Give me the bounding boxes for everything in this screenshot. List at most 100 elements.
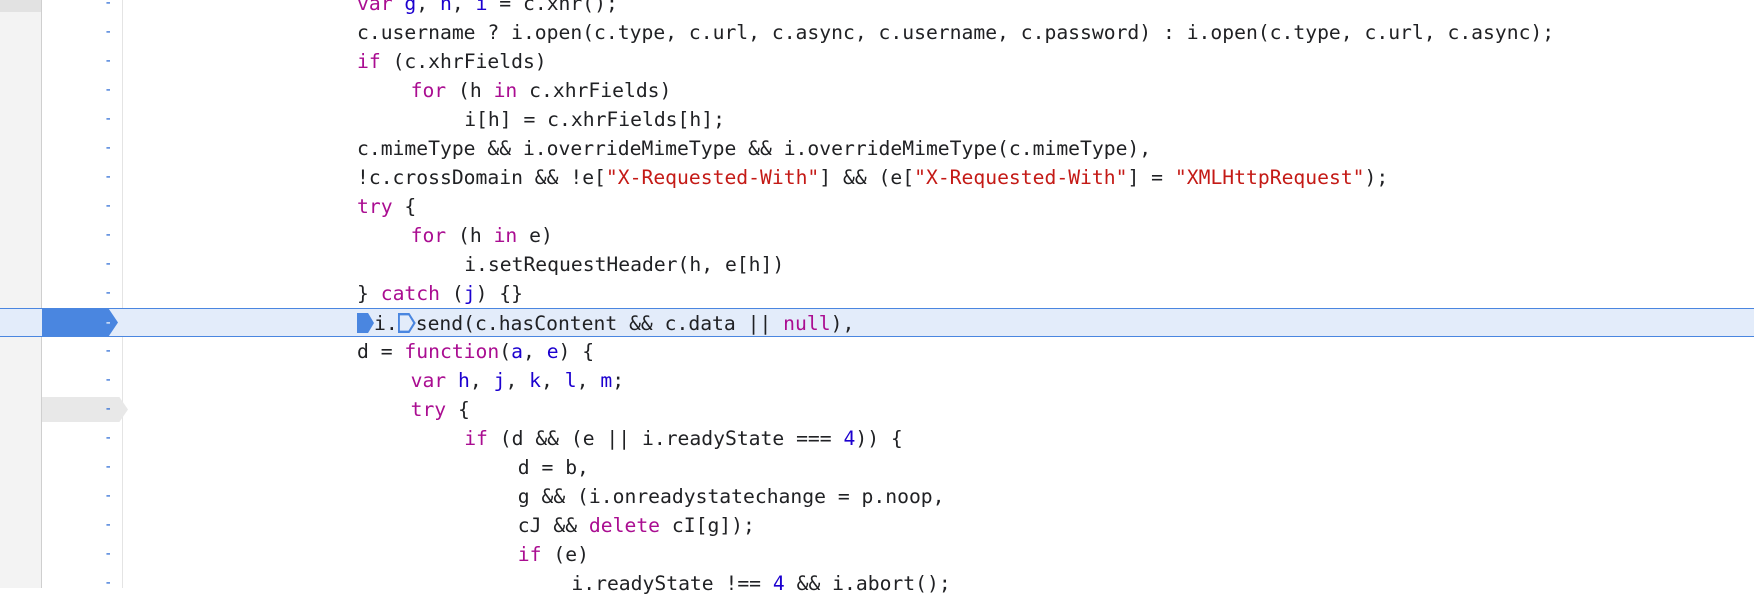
- code-line[interactable]: - for (h in e): [0, 221, 1754, 250]
- code-token: {: [446, 398, 470, 421]
- code-token: {: [392, 195, 417, 218]
- code-line[interactable]: - d = b,: [0, 453, 1754, 482]
- code-token: for: [410, 79, 447, 102]
- code-line[interactable]: - try {: [0, 192, 1754, 221]
- code-token: h: [440, 0, 452, 15]
- code-text: for (h in c.xhrFields): [411, 76, 672, 105]
- code-token: c.username ? i.open(c.type, c.url, c.asy…: [357, 21, 1555, 44]
- line-gutter-dash[interactable]: -: [104, 192, 112, 221]
- code-token: (d && (e || i.readyState ===: [487, 427, 844, 450]
- line-gutter-dash[interactable]: -: [104, 366, 112, 395]
- code-text: try {: [411, 395, 470, 424]
- code-line[interactable]: - c.username ? i.open(c.type, c.url, c.as…: [0, 18, 1754, 47]
- code-token: );: [1364, 166, 1389, 189]
- code-line[interactable]: - if (d && (e || i.readyState === 4)) {: [0, 424, 1754, 453]
- code-text: c.mimeType && i.overrideMimeType && i.ov…: [357, 134, 1151, 163]
- code-text: i[h] = c.xhrFields[h];: [464, 105, 725, 134]
- line-gutter-dash[interactable]: -: [104, 511, 112, 540]
- code-token: ,: [541, 369, 565, 392]
- code-text: for (h in e): [411, 221, 553, 250]
- code-line[interactable]: - i.readyState !== 4 && i.abort();: [0, 569, 1754, 598]
- code-token: 4: [843, 427, 856, 450]
- code-line[interactable]: - cJ && delete cI[g]);: [0, 511, 1754, 540]
- code-line[interactable]: - c.mimeType && i.overrideMimeType && i.o…: [0, 134, 1754, 163]
- code-line[interactable]: - if (e): [0, 540, 1754, 569]
- code-text: var h, j, k, l, m;: [411, 366, 624, 395]
- code-line[interactable]: - } catch (j) {}: [0, 279, 1754, 308]
- code-token: ,: [522, 340, 547, 363]
- code-token: (: [499, 340, 512, 363]
- line-gutter-dash[interactable]: -: [104, 279, 112, 308]
- line-gutter-dash[interactable]: -: [104, 134, 112, 163]
- code-token: c.xhrFields): [517, 79, 672, 102]
- code-text: i. send(c.hasContent && c.data || null),: [357, 309, 854, 338]
- code-token: (e): [541, 543, 589, 566]
- execution-pointer-icon[interactable]: [357, 313, 374, 333]
- code-text: d = b,: [518, 453, 589, 482]
- code-text: i.readyState !== 4 && i.abort();: [571, 569, 950, 598]
- line-gutter-dash[interactable]: -: [104, 221, 112, 250]
- code-token: in: [493, 79, 518, 102]
- code-token: var: [357, 0, 393, 15]
- code-text: c.username ? i.open(c.type, c.url, c.asy…: [357, 18, 1554, 47]
- line-gutter-dash[interactable]: -: [104, 0, 112, 18]
- code-token: 4: [772, 572, 785, 595]
- code-token: j: [493, 369, 506, 392]
- line-gutter-dash[interactable]: -: [104, 76, 112, 105]
- code-line[interactable]: - for (h in c.xhrFields): [0, 76, 1754, 105]
- code-text: var g, h, i = c.xhr();: [357, 0, 618, 18]
- code-token: i.: [374, 312, 398, 335]
- line-gutter-dash[interactable]: -: [104, 309, 112, 338]
- code-token: c.mimeType && i.overrideMimeType && i.ov…: [357, 137, 1152, 160]
- code-token: (h: [446, 79, 494, 102]
- line-gutter-dash[interactable]: -: [104, 453, 112, 482]
- line-gutter-dash[interactable]: -: [104, 482, 112, 511]
- code-text: if (e): [518, 540, 589, 569]
- code-line[interactable]: - g && (i.onreadystatechange = p.noop,: [0, 482, 1754, 511]
- code-token: cJ &&: [517, 514, 589, 537]
- code-line[interactable]: - var h, j, k, l, m;: [0, 366, 1754, 395]
- code-line[interactable]: - if (c.xhrFields): [0, 47, 1754, 76]
- code-token: a: [511, 340, 523, 363]
- code-token: cI[g]);: [660, 514, 755, 537]
- code-line[interactable]: - !c.crossDomain && !e["X-Requested-With"…: [0, 163, 1754, 192]
- code-token: )) {: [855, 427, 903, 450]
- code-token: delete: [588, 514, 661, 537]
- code-token: try: [410, 398, 447, 421]
- code-line[interactable]: - var g, h, i = c.xhr();: [0, 0, 1754, 18]
- line-gutter-dash[interactable]: -: [104, 540, 112, 569]
- line-gutter-dash[interactable]: -: [104, 395, 112, 424]
- code-token: i[h] = c.xhrFields[h];: [464, 108, 725, 131]
- paused-code-line[interactable]: - i. send(c.hasContent && c.data || null),: [0, 308, 1754, 337]
- line-gutter-dash[interactable]: -: [104, 105, 112, 134]
- code-token: l: [564, 369, 577, 392]
- code-text: d = function(a, e) {: [357, 337, 594, 366]
- source-code-editor[interactable]: - var g, h, i = c.xhr(); - c.username ? i.o…: [0, 0, 1754, 595]
- code-token: var: [410, 369, 447, 392]
- code-token: try: [357, 195, 393, 218]
- line-gutter-dash[interactable]: -: [104, 250, 112, 279]
- code-token: i.readyState !==: [571, 572, 773, 595]
- code-text: cJ && delete cI[g]);: [518, 511, 755, 540]
- code-line[interactable]: - d = function(a, e) {: [0, 337, 1754, 366]
- code-token: ),: [830, 312, 855, 335]
- code-line[interactable]: - try {: [0, 395, 1754, 424]
- line-gutter-dash[interactable]: -: [104, 47, 112, 76]
- line-gutter-dash[interactable]: -: [104, 18, 112, 47]
- code-token: null: [783, 312, 831, 335]
- code-line[interactable]: - i[h] = c.xhrFields[h];: [0, 105, 1754, 134]
- code-text: if (c.xhrFields): [357, 47, 547, 76]
- line-gutter-dash[interactable]: -: [104, 337, 112, 366]
- line-gutter-dash[interactable]: -: [104, 163, 112, 192]
- code-line[interactable]: - i.setRequestHeader(h, e[h]): [0, 250, 1754, 279]
- code-token: }: [357, 282, 381, 305]
- line-gutter-dash[interactable]: -: [104, 424, 112, 453]
- inline-breakpoint-icon[interactable]: [397, 313, 416, 333]
- line-gutter-dash[interactable]: -: [104, 569, 112, 598]
- code-token: if: [464, 427, 488, 450]
- line-number-marker[interactable]: [42, 397, 128, 422]
- code-token: j: [463, 282, 476, 305]
- code-text: } catch (j) {}: [357, 279, 523, 308]
- code-token: h: [458, 369, 470, 392]
